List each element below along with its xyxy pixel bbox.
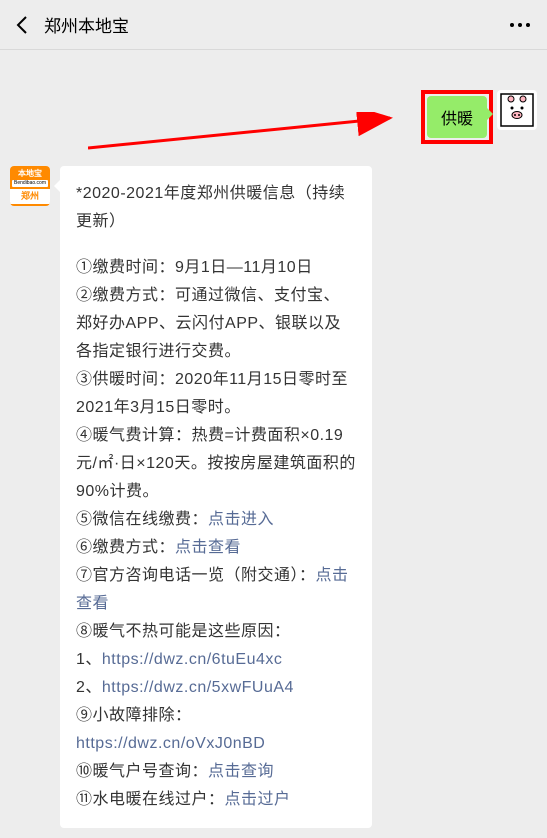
link-reason-2[interactable]: https://dwz.cn/5xwFUuA4 [102,679,294,696]
header-title: 郑州本地宝 [44,12,505,37]
link-transfer[interactable]: 点击过户 [225,791,291,808]
avatar-line3: 郑州 [10,189,50,204]
article-item-8: ⑧暖气不热可能是这些原因： [76,618,356,646]
link-wechat-pay[interactable]: 点击进入 [208,511,274,528]
header-bar: 郑州本地宝 [0,0,547,50]
article-item-2: ②缴费方式：可通过微信、支付宝、郑好办APP、云闪付APP、银联以及各指定银行进… [76,282,356,366]
link-reason-1[interactable]: https://dwz.cn/6tuEu4xc [102,651,282,668]
article-item-3: ③供暖时间：2020年11月15日零时至2021年3月15日零时。 [76,366,356,422]
received-message-row: 本地宝 Bendibao.com 郑州 *2020-2021年度郑州供暖信息（持… [10,166,537,828]
article-item-11: ⑪水电暖在线过户：点击过户 [76,786,356,814]
link-troubleshoot[interactable]: https://dwz.cn/oVxJ0nBD [76,735,265,752]
article-item-6: ⑥缴费方式：点击查看 [76,534,356,562]
sent-bubble[interactable]: 供暖 [427,96,487,138]
user-avatar[interactable] [497,90,537,130]
pig-icon [500,93,534,127]
article-item-4: ④暖气费计算：热费=计费面积×0.19元/㎡·日×120天。按按房屋建筑面积的9… [76,422,356,506]
article-item-5: ⑤微信在线缴费：点击进入 [76,506,356,534]
avatar-line1: 本地宝 [18,168,42,178]
article-item-8-1: 1、https://dwz.cn/6tuEu4xc [76,646,356,674]
article-item-7: ⑦官方咨询电话一览（附交通）：点击查看 [76,562,356,618]
link-account-query[interactable]: 点击查询 [208,763,274,780]
avatar-line2: Bendibao.com [12,180,48,187]
article-item-10: ⑩暖气户号查询：点击查询 [76,758,356,786]
chat-area: 供暖 本地宝 Bendibao.com [0,50,547,838]
highlight-box: 供暖 [421,90,493,144]
link-pay-method[interactable]: 点击查看 [175,539,241,556]
article-item-1: ①缴费时间：9月1日—11月10日 [76,254,356,282]
sent-message-row: 供暖 [10,90,537,144]
article-item-8-2: 2、https://dwz.cn/5xwFUuA4 [76,674,356,702]
more-icon[interactable] [505,15,535,35]
article-title: *2020-2021年度郑州供暖信息（持续更新） [76,180,356,236]
official-avatar[interactable]: 本地宝 Bendibao.com 郑州 [10,166,50,206]
article-item-9: ⑨小故障排除：https://dwz.cn/oVxJ0nBD [76,702,356,758]
sent-text: 供暖 [441,111,473,128]
received-bubble[interactable]: *2020-2021年度郑州供暖信息（持续更新） ①缴费时间：9月1日—11月1… [60,166,372,828]
back-icon[interactable] [12,15,32,35]
